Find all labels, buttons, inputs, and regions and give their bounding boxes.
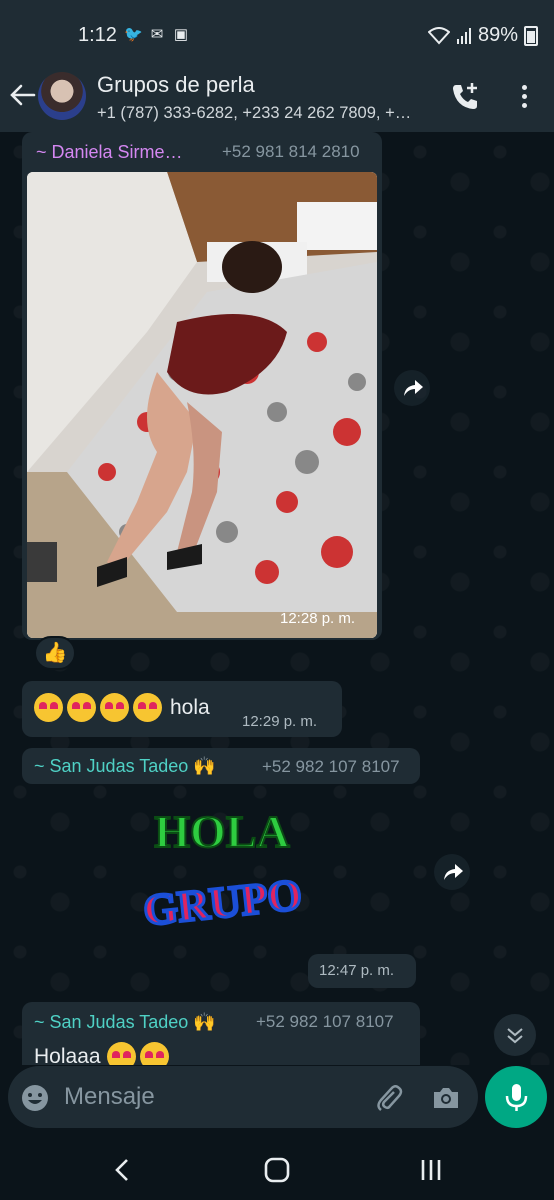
sticker-text-top: HOLA — [154, 806, 289, 857]
message-input[interactable] — [64, 1080, 354, 1114]
sender-phone: +52 982 107 8107 — [262, 757, 400, 776]
message-time: 12:28 p. m. — [280, 610, 356, 627]
wifi-icon — [427, 26, 450, 44]
status-bar: 1:12 🐦 ✉ ▣ 89% — [0, 0, 554, 64]
twitter-icon: 🐦 — [124, 26, 143, 43]
battery-level: 89% — [477, 24, 518, 46]
forward-icon[interactable] — [434, 854, 470, 890]
signal-icon — [456, 27, 471, 44]
emoji-icon[interactable] — [20, 1083, 50, 1113]
sender-name[interactable]: ~ Daniela Sirme… — [36, 142, 183, 163]
system-status: 89% — [427, 24, 538, 47]
battery-icon — [524, 25, 538, 46]
voice-record-button[interactable] — [485, 1066, 547, 1128]
message-text: hola — [170, 695, 210, 719]
chat-header: Grupos de perla +1 (787) 333-6282, +233 … — [0, 64, 554, 132]
sender-header[interactable]: ~ San Judas Tadeo 🙌 +52 982 107 8107 — [22, 748, 420, 784]
sender-name[interactable]: ~ San Judas Tadeo 🙌 — [34, 756, 216, 777]
message-time: 12:47 p. m. — [319, 962, 395, 979]
sender-phone: +52 982 107 8107 — [256, 1012, 394, 1031]
nav-recents-icon[interactable] — [418, 1156, 444, 1184]
group-avatar[interactable] — [38, 72, 86, 120]
message-text: Holaaa — [34, 1044, 101, 1066]
sticker-text-bottom: GRUPO — [141, 870, 304, 935]
text-message[interactable]: hola 12:29 p. m. — [22, 681, 342, 737]
system-nav-bar — [0, 1140, 554, 1200]
text-message[interactable]: ~ San Judas Tadeo 🙌 +52 982 107 8107 Hol… — [22, 1002, 420, 1065]
microphone-icon — [505, 1084, 528, 1111]
forward-icon[interactable] — [394, 370, 430, 406]
shared-photo[interactable] — [27, 172, 377, 638]
sender-name[interactable]: ~ San Judas Tadeo 🙌 — [34, 1012, 216, 1033]
sender-phone: +52 981 814 2810 — [222, 142, 360, 161]
image-message[interactable]: ~ Daniela Sirme… +52 981 814 2810 12:28 … — [22, 132, 382, 640]
sticker-message[interactable]: HOLA GRUPO — [134, 787, 310, 937]
add-call-icon[interactable] — [448, 80, 482, 114]
notification-icons: 🐦 ✉ ▣ — [124, 26, 190, 44]
nav-home-icon[interactable] — [264, 1156, 290, 1184]
message-list[interactable]: ~ Daniela Sirme… +52 981 814 2810 12:28 … — [0, 132, 554, 1065]
scroll-to-bottom-button[interactable] — [494, 1014, 536, 1056]
heart-eyes-emoji-icon — [100, 693, 129, 722]
reaction-badge[interactable]: 👍 — [34, 636, 76, 670]
heart-eyes-emoji-icon — [34, 693, 63, 722]
smiling-hearts-emoji-icon — [139, 1042, 169, 1065]
chat-title[interactable]: Grupos de perla — [97, 72, 255, 98]
attach-icon[interactable] — [372, 1082, 404, 1114]
smiling-hearts-emoji-icon — [67, 693, 96, 722]
back-arrow-icon[interactable] — [8, 80, 38, 110]
message-time: 12:29 p. m. — [242, 713, 318, 730]
smiling-hearts-emoji-icon — [106, 1042, 136, 1065]
clock: 1:12 — [78, 24, 117, 46]
messenger-icon: ✉ — [150, 26, 164, 43]
sticker-time-bubble: 12:47 p. m. — [308, 954, 416, 988]
nav-back-icon[interactable] — [110, 1156, 134, 1184]
gallery-icon: ▣ — [173, 26, 189, 43]
kiss-emoji-icon — [133, 693, 162, 722]
message-composer — [8, 1066, 478, 1128]
menu-icon[interactable] — [512, 82, 536, 112]
chat-participants[interactable]: +1 (787) 333-6282, +233 24 262 7809, +… — [97, 104, 429, 123]
camera-icon[interactable] — [430, 1082, 462, 1114]
